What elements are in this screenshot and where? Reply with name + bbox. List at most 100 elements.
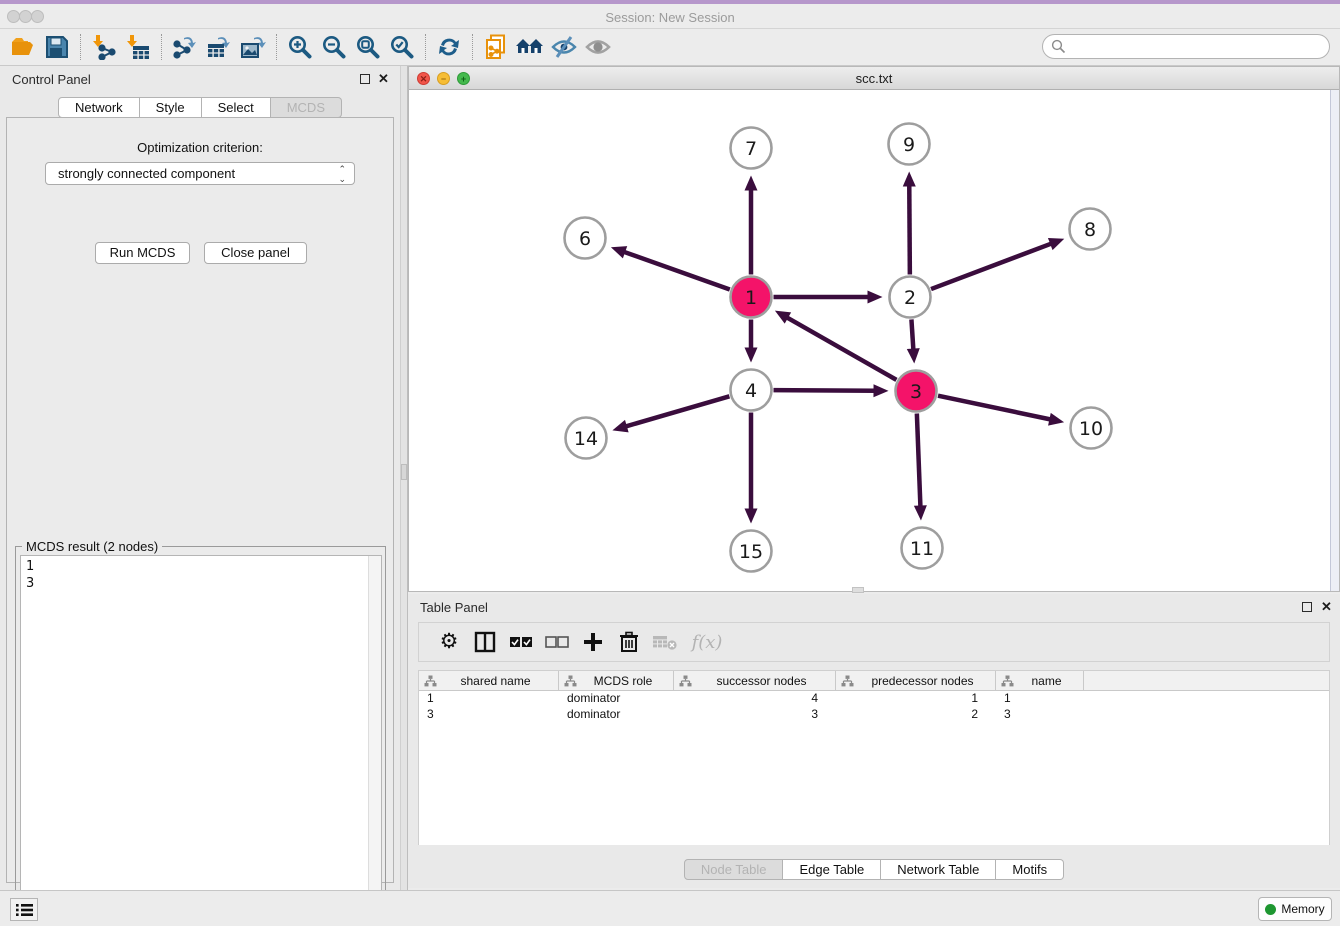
graph-edge-4-3[interactable]	[773, 384, 888, 397]
horizontal-splitter-handle[interactable]	[852, 587, 864, 593]
column-header-MCDS-role[interactable]: MCDS role	[559, 671, 674, 690]
dropdown-stepper-icon: ⌃⌄	[338, 164, 346, 184]
open-session-button[interactable]	[6, 32, 40, 62]
table-cell: 1	[419, 691, 559, 707]
graph-node-2[interactable]: 2	[890, 277, 931, 318]
graph-node-1[interactable]: 1	[731, 277, 772, 318]
export-image-icon	[240, 34, 266, 60]
toolbar-separator	[472, 34, 473, 60]
network-canvas[interactable]: 7 9 6 8 1 2 4 3 14 10 15 11	[409, 90, 1339, 591]
run-mcds-button[interactable]: Run MCDS	[95, 242, 190, 264]
column-header-predecessor-nodes[interactable]: predecessor nodes	[836, 671, 996, 690]
search-input[interactable]	[1066, 37, 1329, 57]
network-window-titlebar[interactable]: ✕ − + scc.txt	[409, 67, 1339, 90]
network-scrollbar[interactable]	[1330, 90, 1339, 591]
graph-edge-1-2[interactable]	[774, 291, 883, 304]
graph-node-8[interactable]: 8	[1070, 209, 1111, 250]
close-panel-button[interactable]: Close panel	[204, 242, 307, 264]
graph-edge-4-14[interactable]	[612, 396, 729, 432]
column-header-successor-nodes[interactable]: successor nodes	[674, 671, 836, 690]
zoom-fit-button[interactable]	[351, 32, 385, 62]
svg-text:1: 1	[745, 287, 757, 309]
save-session-button[interactable]	[40, 32, 74, 62]
criterion-dropdown[interactable]: strongly connected component ⌃⌄	[45, 162, 355, 185]
export-network-button[interactable]	[168, 32, 202, 62]
graph-node-3[interactable]: 3	[896, 371, 937, 412]
task-history-button[interactable]	[10, 898, 38, 921]
graph-edge-1-4[interactable]	[745, 320, 758, 363]
panel-splitter[interactable]	[400, 66, 408, 890]
delete-column-button[interactable]	[611, 626, 647, 658]
search-input-wrap[interactable]	[1042, 34, 1330, 59]
result-scrollbar[interactable]	[368, 556, 381, 918]
graph-edge-1-6[interactable]	[611, 246, 730, 289]
graph-node-7[interactable]: 7	[731, 128, 772, 169]
graph-edge-3-11[interactable]	[914, 413, 927, 520]
apply-layout-button[interactable]	[432, 32, 466, 62]
add-column-button[interactable]	[575, 626, 611, 658]
table-tab-edge-table[interactable]: Edge Table	[783, 859, 881, 880]
select-all-columns-button[interactable]	[503, 626, 539, 658]
zoom-selected-button[interactable]	[385, 32, 419, 62]
node-table: shared nameMCDS rolesuccessor nodesprede…	[418, 670, 1330, 845]
graph-node-14[interactable]: 14	[566, 418, 607, 459]
import-network-icon	[91, 34, 117, 60]
import-network-button[interactable]	[87, 32, 121, 62]
column-header-name[interactable]: name	[996, 671, 1084, 690]
table-settings-button[interactable]: ⚙	[431, 626, 467, 658]
graph-edge-4-15[interactable]	[745, 413, 758, 524]
graph-edge-1-7[interactable]	[745, 176, 758, 275]
show-columns-button[interactable]	[467, 626, 503, 658]
splitter-handle[interactable]	[401, 464, 407, 480]
export-table-button[interactable]	[202, 32, 236, 62]
graph-node-15[interactable]: 15	[731, 531, 772, 572]
table-header-row: shared nameMCDS rolesuccessor nodesprede…	[419, 671, 1329, 691]
trash-icon	[619, 631, 639, 653]
zoom-out-button[interactable]	[317, 32, 351, 62]
deselect-all-columns-button[interactable]	[539, 626, 575, 658]
graph-edge-3-1[interactable]	[775, 311, 897, 380]
import-table-button[interactable]	[121, 32, 155, 62]
hide-selected-button[interactable]	[547, 32, 581, 62]
table-tab-network-table[interactable]: Network Table	[881, 859, 996, 880]
table-cell: 1	[836, 691, 996, 707]
column-type-icon	[679, 675, 692, 687]
table-tab-motifs[interactable]: Motifs	[996, 859, 1064, 880]
svg-text:3: 3	[910, 381, 922, 403]
graph-node-10[interactable]: 10	[1071, 408, 1112, 449]
control-tab-style[interactable]: Style	[140, 97, 202, 118]
table-row[interactable]: 3dominator323	[419, 707, 1329, 723]
control-tab-network[interactable]: Network	[58, 97, 140, 118]
table-cell: 1	[996, 691, 1084, 707]
mcds-result-group: MCDS result (2 nodes) 1 3	[15, 546, 386, 924]
control-tab-select[interactable]: Select	[202, 97, 271, 118]
table-tab-node-table[interactable]: Node Table	[684, 859, 784, 880]
graph-edge-2-8[interactable]	[931, 238, 1064, 289]
memory-label: Memory	[1281, 902, 1324, 916]
table-panel-float-button[interactable]	[1302, 602, 1312, 612]
svg-text:7: 7	[745, 138, 757, 160]
show-all-networks-button[interactable]	[513, 32, 547, 62]
graph-node-9[interactable]: 9	[889, 124, 930, 165]
table-row[interactable]: 1dominator411	[419, 691, 1329, 707]
graph-node-11[interactable]: 11	[902, 528, 943, 569]
table-body: 1dominator4113dominator323	[419, 691, 1329, 723]
table-panel-close-button[interactable]: ✕	[1321, 599, 1332, 615]
clone-network-button[interactable]	[479, 32, 513, 62]
export-image-button[interactable]	[236, 32, 270, 62]
graph-node-4[interactable]: 4	[731, 370, 772, 411]
memory-button[interactable]: Memory	[1258, 897, 1332, 921]
graph-edge-3-10[interactable]	[938, 396, 1064, 426]
svg-text:10: 10	[1079, 418, 1103, 440]
list-icon	[16, 903, 33, 917]
control-panel-float-button[interactable]	[360, 74, 370, 84]
control-panel-close-button[interactable]: ✕	[378, 71, 389, 87]
zoom-in-button[interactable]	[283, 32, 317, 62]
mcds-result-list[interactable]: 1 3	[20, 555, 382, 919]
column-header-shared-name[interactable]: shared name	[419, 671, 559, 690]
graph-edge-2-9[interactable]	[903, 171, 916, 274]
control-tab-mcds[interactable]: MCDS	[271, 97, 342, 118]
graph-node-6[interactable]: 6	[565, 218, 606, 259]
toolbar-separator	[276, 34, 277, 60]
graph-edge-2-3[interactable]	[907, 319, 920, 363]
